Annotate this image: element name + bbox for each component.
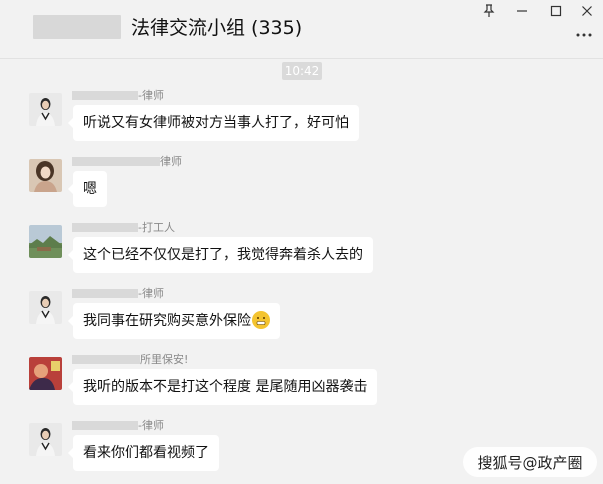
message-bubble[interactable]: 听说又有女律师被对方当事人打了，好可怕 xyxy=(68,105,359,141)
message-text: 我同事在研究购买意外保险 xyxy=(83,313,251,329)
message-bubble[interactable]: 嗯 xyxy=(68,171,107,207)
message-bubble[interactable]: 看来你们都看视频了 xyxy=(68,435,219,471)
redacted-sender xyxy=(72,420,138,430)
avatar-colorful[interactable] xyxy=(29,357,62,390)
message-text: 我听的版本不是打这个程度 是尾随用凶器袭击 xyxy=(83,379,368,395)
sender-name: -律师 xyxy=(72,418,164,432)
sender-name: -打工人 xyxy=(72,220,175,234)
message-text: 嗯 xyxy=(83,181,97,197)
message-item: -打工人 这个已经不仅仅是打了，我觉得奔着杀人去的 xyxy=(0,220,603,286)
close-icon[interactable] xyxy=(576,1,598,21)
message-bubble[interactable]: 我听的版本不是打这个程度 是尾随用凶器袭击 xyxy=(67,369,378,405)
minimize-icon[interactable] xyxy=(511,1,533,21)
maximize-icon[interactable] xyxy=(545,1,567,21)
redacted-group-name xyxy=(33,15,121,39)
redacted-sender xyxy=(72,156,160,166)
avatar-woman-lawyer[interactable] xyxy=(29,93,62,126)
message-text: 看来你们都看视频了 xyxy=(83,445,209,461)
chat-title: 法律交流小组 (335) xyxy=(131,17,303,39)
more-icon[interactable] xyxy=(573,26,595,44)
sender-name: -律师 xyxy=(72,88,164,102)
message-item: -律师 听说又有女律师被对方当事人打了，好可怕 xyxy=(0,88,603,154)
sender-name: -律师 xyxy=(72,286,164,300)
redacted-sender xyxy=(72,288,138,298)
time-divider: 10:42 xyxy=(282,62,322,80)
message-text: 这个已经不仅仅是打了，我觉得奔着杀人去的 xyxy=(83,247,363,263)
pin-icon[interactable] xyxy=(478,1,500,21)
grimace-emoji xyxy=(252,311,270,329)
redacted-sender xyxy=(72,222,138,232)
message-item: 律师 嗯 xyxy=(0,154,603,220)
redacted-sender xyxy=(72,90,138,100)
message-text: 听说又有女律师被对方当事人打了，好可怕 xyxy=(83,115,349,131)
sender-name: 所里保安! xyxy=(72,352,188,366)
avatar-woman-lawyer[interactable] xyxy=(29,423,62,456)
avatar-landscape[interactable] xyxy=(29,225,62,258)
message-item: -律师 我同事在研究购买意外保险 xyxy=(0,286,603,352)
chat-header: 法律交流小组 (335) xyxy=(0,0,603,59)
message-bubble[interactable]: 我同事在研究购买意外保险 xyxy=(68,303,280,339)
avatar-woman-lawyer[interactable] xyxy=(29,291,62,324)
sender-name: 律师 xyxy=(72,154,182,168)
redacted-sender xyxy=(72,354,140,364)
message-item: 所里保安! 我听的版本不是打这个程度 是尾随用凶器袭击 xyxy=(0,352,603,418)
watermark: 搜狐号@政产圈 xyxy=(463,447,597,477)
avatar-woman-portrait[interactable] xyxy=(29,159,62,192)
message-bubble[interactable]: 这个已经不仅仅是打了，我觉得奔着杀人去的 xyxy=(68,237,373,273)
